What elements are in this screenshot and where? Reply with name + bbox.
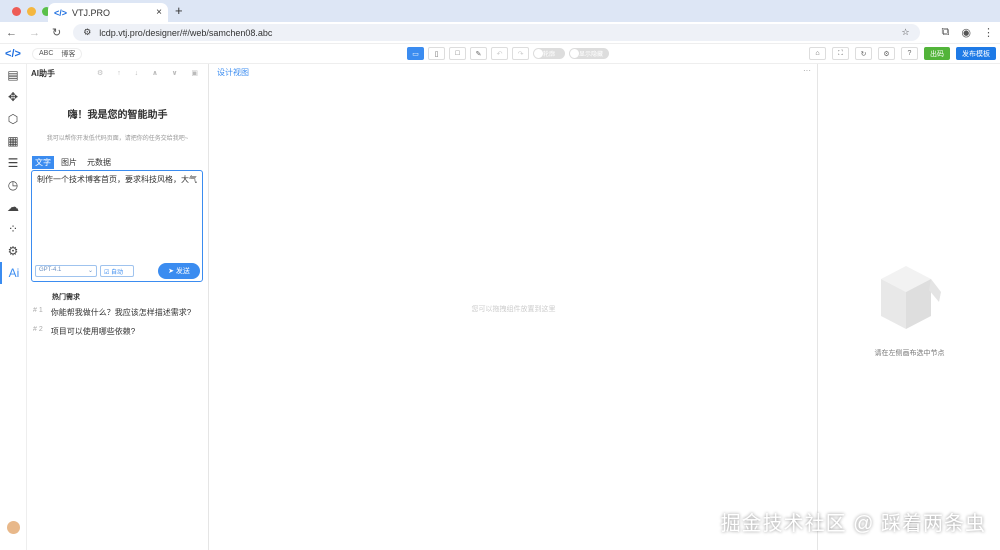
- item-number: # 1: [33, 307, 43, 314]
- view-controls: ▭ ▯ □ ✎ ↶ ↷ 轮廓 显示隐藏: [407, 47, 609, 60]
- blocks-icon[interactable]: ⬡: [0, 108, 26, 130]
- undo-icon[interactable]: ↶: [491, 47, 508, 60]
- drop-hint: 您可以拖拽组件放置到这里: [471, 306, 556, 313]
- help-icon[interactable]: ?: [901, 47, 918, 60]
- tab-image[interactable]: 图片: [58, 156, 80, 169]
- forward-icon[interactable]: →: [29, 27, 40, 39]
- watermark: 掘金技术社区 @ 踩着两条虫: [720, 513, 986, 535]
- preview-button[interactable]: 出码: [924, 47, 950, 60]
- send-button[interactable]: ➤ 发送: [158, 263, 200, 279]
- prompt-box: 制作一个技术博客首页，要求科技风格，大气 GPT-4.1 ⌄ ☑ 自动 ➤ 发送: [31, 170, 203, 282]
- list-item[interactable]: # 2 项目可以使用哪些依赖?: [27, 323, 208, 340]
- outline-toggle[interactable]: 轮廓: [533, 48, 565, 59]
- panel-title: AI助手: [31, 68, 55, 78]
- star-icon[interactable]: ☆: [901, 27, 909, 38]
- url-input[interactable]: ⚙ lcdp.vtj.pro/designer/#/web/samchen08.a…: [73, 24, 920, 41]
- item-text: 你能帮我做什么？我应该怎样描述需求?: [50, 308, 192, 317]
- publish-button[interactable]: 发布模板: [956, 47, 996, 60]
- item-text: 项目可以使用哪些依赖?: [50, 327, 136, 336]
- tab-text[interactable]: 文字: [32, 156, 54, 169]
- empty-box-icon: [881, 266, 941, 329]
- project-selector[interactable]: ABC 博客: [32, 47, 83, 60]
- model-value: GPT-4.1: [39, 267, 62, 273]
- new-tab-button[interactable]: +: [175, 3, 183, 18]
- extensions-icon[interactable]: ⧉: [942, 26, 950, 39]
- model-select[interactable]: GPT-4.1 ⌄: [35, 265, 97, 277]
- fullscreen-icon[interactable]: ⛶: [832, 47, 849, 60]
- code-icon: </>: [54, 7, 68, 18]
- auto-label: 自动: [111, 270, 124, 276]
- window-controls[interactable]: [12, 7, 51, 16]
- visibility-toggle[interactable]: 显示隐藏: [569, 48, 609, 59]
- design-canvas[interactable]: 设计视图 ··· 您可以拖拽组件放置到这里: [210, 64, 818, 550]
- avatar[interactable]: [7, 521, 20, 534]
- gear-icon[interactable]: ⚙: [0, 240, 26, 262]
- tablet-icon[interactable]: □: [449, 47, 466, 60]
- auto-checkbox[interactable]: ☑ 自动: [100, 265, 134, 277]
- pen-icon[interactable]: ✎: [470, 47, 487, 60]
- cloud-api-icon[interactable]: ☁: [0, 196, 26, 218]
- url-text: lcdp.vtj.pro/designer/#/web/samchen08.ab…: [99, 27, 273, 38]
- settings-icon[interactable]: ⚙: [878, 47, 895, 60]
- history-icon[interactable]: ◷: [0, 174, 26, 196]
- menu-icon[interactable]: ⋮: [983, 26, 994, 39]
- ai-assistant-panel: AI助手 ⚙ ↑ ↓ ∧ ∨ ▣ 嗨！我是您的智能助手 我可以帮你开发低代码页面，…: [27, 64, 209, 550]
- site-settings-icon[interactable]: ⚙: [83, 27, 91, 38]
- toolbar-actions: ⌂ ⛶ ↻ ⚙ ? 出码 发布模板: [809, 47, 996, 60]
- mobile-icon[interactable]: ▯: [428, 47, 445, 60]
- redo-icon[interactable]: ↷: [512, 47, 529, 60]
- project-name: 博客: [61, 50, 76, 58]
- input-mode-tabs: 文字 图片 元数据: [32, 156, 208, 169]
- components-icon[interactable]: ✥: [0, 86, 26, 108]
- sidebar-rail: ▤ ✥ ⬡ ▦ ☰ ◷ ☁ ⁘ ⚙ Ai: [0, 64, 27, 550]
- prompt-input[interactable]: 制作一个技术博客首页，要求科技风格，大气: [37, 174, 197, 185]
- browser-tabbar: </> VTJ.PRO × +: [0, 0, 1000, 22]
- properties-panel: 请在左侧画布选中节点: [819, 64, 1000, 550]
- item-number: # 2: [33, 326, 43, 333]
- project-code: ABC: [39, 50, 54, 57]
- send-icon: ➤: [168, 268, 176, 275]
- subtitle: 我可以帮你开发低代码页面，请把你的任务交给我吧~: [46, 136, 189, 142]
- pages-icon[interactable]: ▤: [0, 64, 26, 86]
- profile-icon[interactable]: ◉: [961, 26, 971, 39]
- desktop-icon[interactable]: ▭: [407, 47, 424, 60]
- panel-action-icons[interactable]: ⚙ ↑ ↓ ∧ ∨ ▣: [97, 69, 204, 77]
- layout-icon[interactable]: ▦: [0, 130, 26, 152]
- ai-icon[interactable]: Ai: [0, 262, 26, 284]
- browser-tab[interactable]: </> VTJ.PRO ×: [48, 3, 168, 22]
- greeting: 嗨！我是您的智能助手: [67, 110, 168, 121]
- hot-requests-title: 热门需求: [52, 294, 80, 301]
- apps-icon[interactable]: ⁘: [0, 218, 26, 240]
- reload-icon[interactable]: ↻: [52, 26, 61, 39]
- vtj-logo: </>: [5, 47, 21, 60]
- back-icon[interactable]: ←: [6, 27, 17, 39]
- refresh-icon[interactable]: ↻: [855, 47, 872, 60]
- lock-icon[interactable]: ⌂: [809, 47, 826, 60]
- tab-metadata[interactable]: 元数据: [84, 156, 114, 169]
- tab-design-view[interactable]: 设计视图: [217, 68, 249, 77]
- list-item[interactable]: # 1 你能帮我做什么？我应该怎样描述需求?: [27, 304, 208, 321]
- send-label: 发送: [175, 268, 190, 275]
- more-icon[interactable]: ···: [803, 66, 811, 75]
- designer-toolbar: </> ABC 博客 ▭ ▯ □ ✎ ↶ ↷ 轮廓 显示隐藏 ⌂ ⛶ ↻ ⚙ ? …: [0, 44, 1000, 64]
- address-bar-row: ← → ↻ ⚙ lcdp.vtj.pro/designer/#/web/samch…: [0, 22, 1000, 44]
- outline-icon[interactable]: ☰: [0, 152, 26, 174]
- chevron-down-icon: ⌄: [87, 268, 93, 274]
- empty-hint: 请在左侧画布选中节点: [874, 350, 945, 357]
- close-icon[interactable]: ×: [156, 7, 162, 18]
- tab-title: VTJ.PRO: [72, 7, 111, 18]
